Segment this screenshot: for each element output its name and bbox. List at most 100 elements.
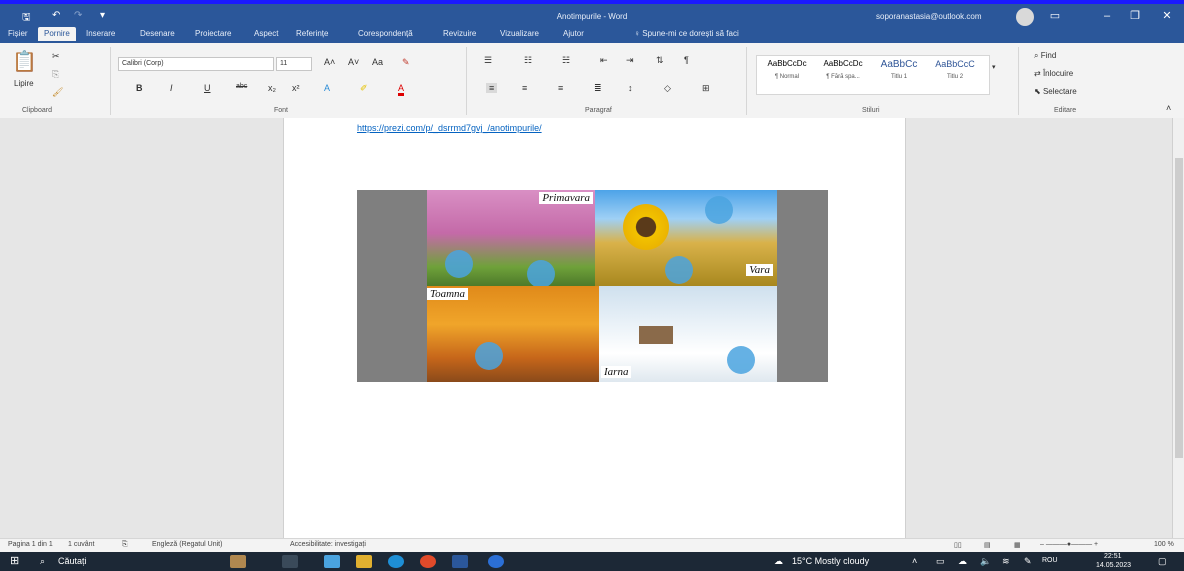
zoom-slider[interactable]: – ———●——— + xyxy=(1040,541,1098,548)
word-icon[interactable] xyxy=(452,555,468,568)
shrink-font-icon[interactable]: A˅ xyxy=(348,57,359,67)
tab-draw[interactable]: Desenare xyxy=(140,27,175,41)
bold-button[interactable]: B xyxy=(136,83,143,93)
pen-icon[interactable]: ✎ xyxy=(1024,556,1032,567)
page-count[interactable]: Pagina 1 din 1 xyxy=(8,541,53,548)
paste-icon[interactable]: 📋 xyxy=(12,49,37,74)
accessibility-status[interactable]: Accesibilitate: investigați xyxy=(290,541,366,548)
cloud-icon[interactable]: ☁ xyxy=(958,556,967,567)
format-painter-icon[interactable]: 🖌 xyxy=(52,87,63,98)
document-page[interactable]: https://prezi.com/p/_dsrrmd7gvj_/anotimp… xyxy=(283,118,906,538)
grow-font-icon[interactable]: A˄ xyxy=(324,57,335,67)
avatar[interactable] xyxy=(1016,8,1034,26)
subscript-button[interactable]: x₂ xyxy=(268,83,276,93)
superscript-button[interactable]: x² xyxy=(292,83,300,93)
tab-design[interactable]: Proiectare xyxy=(195,27,231,41)
chrome-icon[interactable] xyxy=(420,555,436,568)
shading-icon[interactable]: ◇ xyxy=(664,83,671,94)
style-heading-2[interactable]: AaBbCcC Titlu 2 xyxy=(927,59,983,80)
style-name: ¶ Fără spa... xyxy=(826,74,860,80)
tab-layout[interactable]: Aspect xyxy=(254,27,278,41)
tab-home[interactable]: Pornire xyxy=(38,27,76,41)
clock-time[interactable]: 22:51 xyxy=(1104,553,1122,560)
weather-icon[interactable]: ☁ xyxy=(774,556,783,567)
read-mode-icon[interactable]: ▯▯ xyxy=(954,541,962,549)
weather-app-icon[interactable] xyxy=(324,555,340,568)
font-name-select[interactable]: Calibri (Corp) xyxy=(118,57,274,71)
select-button[interactable]: ⬉ Selectare xyxy=(1034,87,1077,96)
style-heading-1[interactable]: AaBbCc Titlu 1 xyxy=(871,59,927,80)
task-view-icon[interactable] xyxy=(282,555,298,568)
highlight-icon[interactable]: ✐ xyxy=(360,83,368,94)
change-case-icon[interactable]: Aa xyxy=(372,57,383,67)
edge-icon[interactable] xyxy=(388,555,404,568)
font-size-select[interactable]: 11 xyxy=(276,57,312,71)
file-explorer-icon[interactable] xyxy=(356,555,372,568)
zoom-app-icon[interactable] xyxy=(488,555,504,568)
hyperlink[interactable]: https://prezi.com/p/_dsrrmd7gvj_/anotimp… xyxy=(357,123,542,133)
align-left-icon[interactable]: ≡ xyxy=(486,83,498,93)
zoom-level[interactable]: 100 % xyxy=(1154,541,1174,548)
tab-view[interactable]: Vizualizare xyxy=(500,27,539,41)
underline-button[interactable]: U xyxy=(204,83,211,93)
taskbar-search[interactable]: Căutați xyxy=(58,556,87,566)
clock-date[interactable]: 14.05.2023 xyxy=(1096,562,1131,569)
styles-more-icon[interactable]: ▾ xyxy=(992,63,996,71)
line-spacing-icon[interactable]: ↕ xyxy=(628,83,633,93)
tab-review[interactable]: Revizuire xyxy=(443,27,476,41)
windows-start-icon[interactable]: ⊞ xyxy=(10,554,19,567)
multilevel-list-icon[interactable]: ☵ xyxy=(562,55,570,66)
italic-button[interactable]: I xyxy=(170,83,173,93)
volume-icon[interactable]: 🔈 xyxy=(980,556,991,567)
strikethrough-button[interactable]: abc xyxy=(236,83,247,90)
tab-file[interactable]: Fișier xyxy=(8,27,28,41)
cut-icon[interactable]: ✂ xyxy=(52,51,60,62)
justify-icon[interactable]: ≣ xyxy=(594,83,602,94)
replace-button[interactable]: ⇄ Înlocuire xyxy=(1034,69,1073,78)
font-color-icon[interactable]: A xyxy=(398,83,405,96)
language[interactable]: Engleză (Regatul Unit) xyxy=(152,541,222,548)
weather-status[interactable]: 15°C Mostly cloudy xyxy=(792,556,869,566)
notifications-icon[interactable]: ▢ xyxy=(1158,556,1167,567)
chevron-up-icon[interactable]: ˄ xyxy=(912,556,917,566)
collapse-ribbon-icon[interactable]: ˄ xyxy=(1166,103,1171,113)
proofing-icon[interactable]: ⎘ xyxy=(122,541,128,549)
account-email[interactable]: soporanastasia@outlook.com xyxy=(876,12,982,21)
sort-icon[interactable]: ⇅ xyxy=(656,55,664,66)
tab-mailings[interactable]: Corespondență xyxy=(358,27,413,41)
numbering-icon[interactable]: ☷ xyxy=(524,55,532,66)
tab-insert[interactable]: Inserare xyxy=(86,27,115,41)
align-right-icon[interactable]: ≡ xyxy=(558,83,563,93)
tab-references[interactable]: Referințe xyxy=(296,27,328,41)
vertical-scrollbar[interactable] xyxy=(1172,118,1184,538)
style-normal[interactable]: AaBbCcDc ¶ Normal xyxy=(759,59,815,80)
maximize-button[interactable]: ❐ xyxy=(1124,8,1146,24)
winter-quadrant: Iarna xyxy=(599,286,777,382)
word-count[interactable]: 1 cuvânt xyxy=(68,541,94,548)
decrease-indent-icon[interactable]: ⇤ xyxy=(600,55,608,66)
seasons-image[interactable]: Primavara Vara Toamna Iarna xyxy=(357,190,828,382)
copy-icon[interactable]: ⎘ xyxy=(52,69,59,80)
tell-me-search[interactable]: ♀ Spune-mi ce dorești să faci xyxy=(634,27,739,41)
borders-icon[interactable]: ⊞ xyxy=(702,83,710,94)
style-no-spacing[interactable]: AaBbCcDc ¶ Fără spa... xyxy=(815,59,871,80)
show-marks-icon[interactable]: ¶ xyxy=(684,55,689,65)
search-icon[interactable]: ⌕ xyxy=(40,556,45,567)
battery-icon[interactable]: ▭ xyxy=(936,556,945,567)
web-layout-icon[interactable]: ▦ xyxy=(1014,541,1021,549)
input-language[interactable]: ROU xyxy=(1042,557,1058,564)
clear-formatting-icon[interactable]: ✎ xyxy=(402,57,410,68)
paste-label[interactable]: Lipire xyxy=(14,79,34,88)
bullets-icon[interactable]: ☰ xyxy=(484,55,492,66)
print-layout-icon[interactable]: ▤ xyxy=(984,541,991,549)
minimize-button[interactable]: – xyxy=(1096,8,1118,24)
align-center-icon[interactable]: ≡ xyxy=(522,83,527,93)
find-button[interactable]: ⌕ Find xyxy=(1034,51,1056,61)
increase-indent-icon[interactable]: ⇥ xyxy=(626,55,634,66)
scrollbar-thumb[interactable] xyxy=(1175,158,1183,458)
ribbon-display-icon[interactable]: ▭ xyxy=(1044,8,1066,24)
text-effects-icon[interactable]: A xyxy=(324,83,330,93)
tab-help[interactable]: Ajutor xyxy=(563,27,584,41)
wifi-icon[interactable]: ≋ xyxy=(1002,556,1010,567)
close-button[interactable]: ✕ xyxy=(1156,8,1178,24)
